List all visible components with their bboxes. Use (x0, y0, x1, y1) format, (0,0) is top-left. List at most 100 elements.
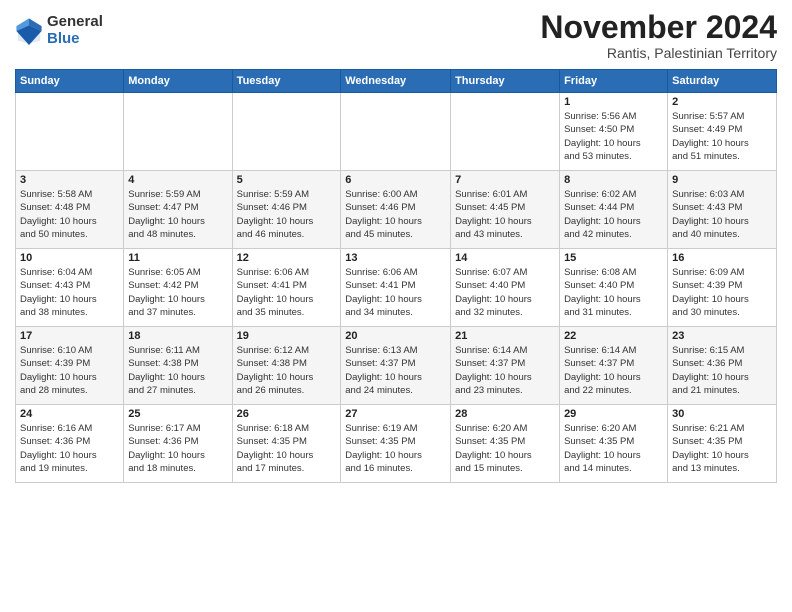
day-info: Sunrise: 6:03 AM Sunset: 4:43 PM Dayligh… (672, 188, 772, 241)
calendar-cell: 10 Sunrise: 6:04 AM Sunset: 4:43 PM Dayli… (16, 249, 124, 327)
calendar-cell: 25 Sunrise: 6:17 AM Sunset: 4:36 PM Dayli… (124, 405, 232, 483)
day-info: Sunrise: 6:00 AM Sunset: 4:46 PM Dayligh… (345, 188, 446, 241)
day-number: 11 (128, 252, 227, 264)
day-number: 5 (237, 174, 337, 186)
day-info: Sunrise: 6:11 AM Sunset: 4:38 PM Dayligh… (128, 344, 227, 397)
day-info: Sunrise: 5:56 AM Sunset: 4:50 PM Dayligh… (564, 110, 663, 163)
day-number: 8 (564, 174, 663, 186)
location: Rantis, Palestinian Territory (540, 45, 777, 61)
day-info: Sunrise: 6:04 AM Sunset: 4:43 PM Dayligh… (20, 266, 119, 319)
calendar-week-4: 17 Sunrise: 6:10 AM Sunset: 4:39 PM Dayli… (16, 327, 777, 405)
day-number: 27 (345, 408, 446, 420)
day-number: 16 (672, 252, 772, 264)
day-info: Sunrise: 6:17 AM Sunset: 4:36 PM Dayligh… (128, 422, 227, 475)
title-area: November 2024 Rantis, Palestinian Territ… (540, 10, 777, 61)
day-number: 15 (564, 252, 663, 264)
calendar-cell: 29 Sunrise: 6:20 AM Sunset: 4:35 PM Dayli… (560, 405, 668, 483)
calendar-header-friday: Friday (560, 70, 668, 93)
calendar-cell: 23Sunrise: 6:15 AM Sunset: 4:36 PM Dayli… (668, 327, 777, 405)
day-number: 12 (237, 252, 337, 264)
day-number: 14 (455, 252, 555, 264)
day-number: 28 (455, 408, 555, 420)
day-number: 9 (672, 174, 772, 186)
calendar-cell: 11 Sunrise: 6:05 AM Sunset: 4:42 PM Dayli… (124, 249, 232, 327)
day-info: Sunrise: 6:21 AM Sunset: 4:35 PM Dayligh… (672, 422, 772, 475)
day-info: Sunrise: 5:59 AM Sunset: 4:47 PM Dayligh… (128, 188, 227, 241)
calendar-week-1: 1Sunrise: 5:56 AM Sunset: 4:50 PM Daylig… (16, 93, 777, 171)
day-number: 18 (128, 330, 227, 342)
day-info: Sunrise: 6:09 AM Sunset: 4:39 PM Dayligh… (672, 266, 772, 319)
day-number: 24 (20, 408, 119, 420)
calendar-cell (124, 93, 232, 171)
day-number: 29 (564, 408, 663, 420)
calendar-table: SundayMondayTuesdayWednesdayThursdayFrid… (15, 69, 777, 483)
day-number: 25 (128, 408, 227, 420)
day-info: Sunrise: 6:18 AM Sunset: 4:35 PM Dayligh… (237, 422, 337, 475)
calendar-week-2: 3Sunrise: 5:58 AM Sunset: 4:48 PM Daylig… (16, 171, 777, 249)
day-number: 21 (455, 330, 555, 342)
day-info: Sunrise: 6:02 AM Sunset: 4:44 PM Dayligh… (564, 188, 663, 241)
day-info: Sunrise: 6:10 AM Sunset: 4:39 PM Dayligh… (20, 344, 119, 397)
day-info: Sunrise: 5:59 AM Sunset: 4:46 PM Dayligh… (237, 188, 337, 241)
logo-blue: Blue (47, 31, 103, 48)
calendar-week-5: 24 Sunrise: 6:16 AM Sunset: 4:36 PM Dayli… (16, 405, 777, 483)
day-info: Sunrise: 6:20 AM Sunset: 4:35 PM Dayligh… (564, 422, 663, 475)
calendar-cell: 27 Sunrise: 6:19 AM Sunset: 4:35 PM Dayli… (341, 405, 451, 483)
calendar-cell: 15 Sunrise: 6:08 AM Sunset: 4:40 PM Dayli… (560, 249, 668, 327)
calendar-cell: 3Sunrise: 5:58 AM Sunset: 4:48 PM Daylig… (16, 171, 124, 249)
calendar-cell: 2Sunrise: 5:57 AM Sunset: 4:49 PM Daylig… (668, 93, 777, 171)
day-info: Sunrise: 5:58 AM Sunset: 4:48 PM Dayligh… (20, 188, 119, 241)
calendar-cell: 22 Sunrise: 6:14 AM Sunset: 4:37 PM Dayli… (560, 327, 668, 405)
header: General Blue November 2024 Rantis, Pales… (15, 10, 777, 61)
logo-icon (15, 17, 43, 45)
day-info: Sunrise: 6:14 AM Sunset: 4:37 PM Dayligh… (564, 344, 663, 397)
calendar-header-sunday: Sunday (16, 70, 124, 93)
day-info: Sunrise: 6:07 AM Sunset: 4:40 PM Dayligh… (455, 266, 555, 319)
day-number: 10 (20, 252, 119, 264)
calendar-cell: 30 Sunrise: 6:21 AM Sunset: 4:35 PM Dayli… (668, 405, 777, 483)
day-number: 6 (345, 174, 446, 186)
calendar-cell: 14 Sunrise: 6:07 AM Sunset: 4:40 PM Dayli… (451, 249, 560, 327)
calendar-header-tuesday: Tuesday (232, 70, 341, 93)
day-info: Sunrise: 6:01 AM Sunset: 4:45 PM Dayligh… (455, 188, 555, 241)
day-info: Sunrise: 6:13 AM Sunset: 4:37 PM Dayligh… (345, 344, 446, 397)
day-info: Sunrise: 6:19 AM Sunset: 4:35 PM Dayligh… (345, 422, 446, 475)
calendar-cell: 21 Sunrise: 6:14 AM Sunset: 4:37 PM Dayli… (451, 327, 560, 405)
calendar-cell: 20 Sunrise: 6:13 AM Sunset: 4:37 PM Dayli… (341, 327, 451, 405)
calendar-cell: 1Sunrise: 5:56 AM Sunset: 4:50 PM Daylig… (560, 93, 668, 171)
month-title: November 2024 (540, 10, 777, 45)
day-info: Sunrise: 6:05 AM Sunset: 4:42 PM Dayligh… (128, 266, 227, 319)
day-info: Sunrise: 6:15 AM Sunset: 4:36 PM Dayligh… (672, 344, 772, 397)
logo-text: General Blue (47, 14, 103, 47)
logo: General Blue (15, 14, 103, 47)
calendar-header-saturday: Saturday (668, 70, 777, 93)
calendar-cell: 5 Sunrise: 5:59 AM Sunset: 4:46 PM Daylig… (232, 171, 341, 249)
calendar-header-wednesday: Wednesday (341, 70, 451, 93)
day-info: Sunrise: 5:57 AM Sunset: 4:49 PM Dayligh… (672, 110, 772, 163)
day-number: 22 (564, 330, 663, 342)
day-number: 30 (672, 408, 772, 420)
calendar-cell: 8 Sunrise: 6:02 AM Sunset: 4:44 PM Daylig… (560, 171, 668, 249)
calendar-cell: 24 Sunrise: 6:16 AM Sunset: 4:36 PM Dayli… (16, 405, 124, 483)
calendar-cell: 7Sunrise: 6:01 AM Sunset: 4:45 PM Daylig… (451, 171, 560, 249)
calendar-cell: 18 Sunrise: 6:11 AM Sunset: 4:38 PM Dayli… (124, 327, 232, 405)
day-info: Sunrise: 6:06 AM Sunset: 4:41 PM Dayligh… (345, 266, 446, 319)
calendar-cell: 16 Sunrise: 6:09 AM Sunset: 4:39 PM Dayli… (668, 249, 777, 327)
day-info: Sunrise: 6:12 AM Sunset: 4:38 PM Dayligh… (237, 344, 337, 397)
day-info: Sunrise: 6:14 AM Sunset: 4:37 PM Dayligh… (455, 344, 555, 397)
day-info: Sunrise: 6:16 AM Sunset: 4:36 PM Dayligh… (20, 422, 119, 475)
day-number: 4 (128, 174, 227, 186)
calendar-cell: 13 Sunrise: 6:06 AM Sunset: 4:41 PM Dayli… (341, 249, 451, 327)
day-number: 13 (345, 252, 446, 264)
day-info: Sunrise: 6:08 AM Sunset: 4:40 PM Dayligh… (564, 266, 663, 319)
calendar-cell: 6 Sunrise: 6:00 AM Sunset: 4:46 PM Daylig… (341, 171, 451, 249)
calendar-cell: 26Sunrise: 6:18 AM Sunset: 4:35 PM Dayli… (232, 405, 341, 483)
calendar-week-3: 10 Sunrise: 6:04 AM Sunset: 4:43 PM Dayli… (16, 249, 777, 327)
day-number: 20 (345, 330, 446, 342)
day-number: 17 (20, 330, 119, 342)
calendar-cell: 28Sunrise: 6:20 AM Sunset: 4:35 PM Dayli… (451, 405, 560, 483)
calendar-cell: 4 Sunrise: 5:59 AM Sunset: 4:47 PM Daylig… (124, 171, 232, 249)
calendar-header-monday: Monday (124, 70, 232, 93)
calendar-cell: 12Sunrise: 6:06 AM Sunset: 4:41 PM Dayli… (232, 249, 341, 327)
calendar-cell (232, 93, 341, 171)
